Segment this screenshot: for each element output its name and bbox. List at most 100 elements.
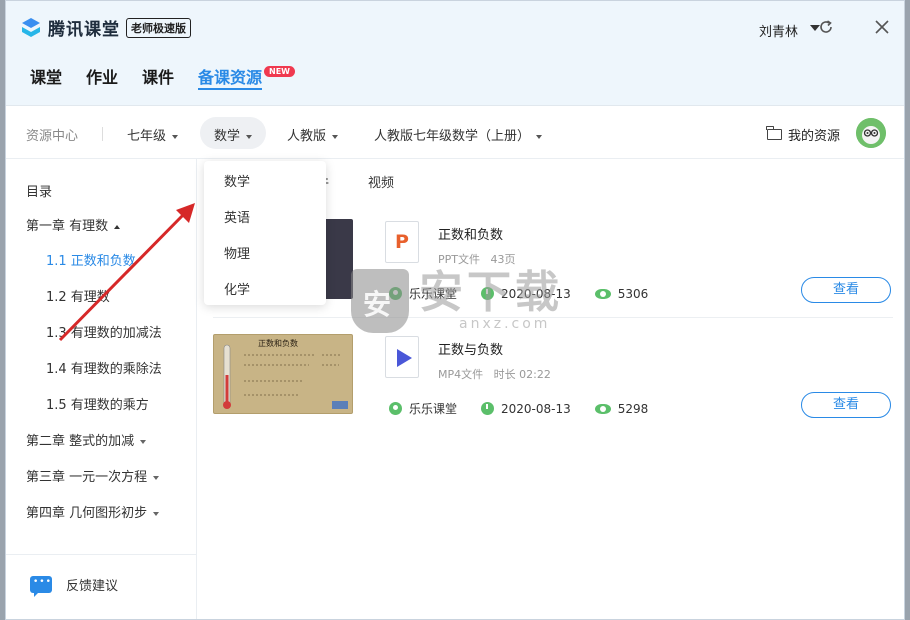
clock-icon xyxy=(481,402,495,415)
sidebar-section-1-2[interactable]: 1.2 有理数 xyxy=(46,286,110,305)
view-button[interactable]: 查看 xyxy=(801,277,891,303)
folder-icon xyxy=(766,126,782,140)
subject-option-chemistry[interactable]: 化学 xyxy=(224,279,250,298)
sidebar-divider xyxy=(6,554,196,555)
board-thumbnail-title: 正数和负数 xyxy=(258,339,298,348)
publisher-stat: 乐乐课堂 xyxy=(389,400,457,417)
my-resources-label: 我的资源 xyxy=(787,129,840,144)
app-name: 腾讯课堂 xyxy=(48,20,120,40)
view-count: 5306 xyxy=(617,286,649,301)
subject-option-english[interactable]: 英语 xyxy=(224,207,250,226)
app-window: 腾讯课堂 老师极速版 刘青林 课堂 作业 课件 备课资源 NEW 资源中心 七年… xyxy=(5,0,905,620)
filter-bar: 资源中心 七年级 数学 人教版 人教版七年级数学（上册） 我的资源 xyxy=(6,107,904,159)
chevron-down-icon xyxy=(140,439,147,444)
resource-detail: 时长 02:22 xyxy=(493,368,551,381)
resource-center-label: 资源中心 xyxy=(26,129,79,144)
resource-type: PPT文件 xyxy=(438,253,480,266)
resource-detail: 43页 xyxy=(490,253,516,266)
chapter-label: 第三章 一元一次方程 xyxy=(26,470,148,485)
chevron-down-icon xyxy=(153,511,160,516)
sidebar-chapter-1[interactable]: 第一章 有理数 xyxy=(26,215,121,234)
date-stat: 2020-08-13 xyxy=(481,402,571,416)
chevron-down-icon xyxy=(536,134,543,139)
resource-stats: 乐乐课堂 2020-08-13 5298 xyxy=(389,400,672,417)
sidebar-chapter-3[interactable]: 第三章 一元一次方程 xyxy=(26,466,160,485)
chat-bubble-icon xyxy=(30,576,52,597)
resource-title[interactable]: 正数和负数 xyxy=(438,224,503,243)
tab-homework[interactable]: 作业 xyxy=(86,64,118,88)
close-button[interactable] xyxy=(872,17,892,37)
subject-select[interactable]: 数学 xyxy=(214,125,253,144)
title-bar: 腾讯课堂 老师极速版 刘青林 xyxy=(6,1,904,56)
subject-dropdown-menu: 数学 英语 物理 化学 xyxy=(204,161,326,305)
view-button[interactable]: 查看 xyxy=(801,392,891,418)
new-badge: NEW xyxy=(264,66,295,77)
feedback-label: 反馈建议 xyxy=(66,579,119,594)
watermark: 安下载 anxz.com xyxy=(351,269,563,333)
sidebar-chapter-2[interactable]: 第二章 整式的加减 xyxy=(26,430,147,449)
resource-meta: MP4文件 时长 02:22 xyxy=(438,366,551,382)
watermark-title: 安下载 xyxy=(419,267,563,318)
sidebar-section-1-1[interactable]: 1.1 正数和负数 xyxy=(46,250,136,269)
eye-icon xyxy=(594,288,611,299)
video-file-icon xyxy=(385,336,419,378)
tab-classroom[interactable]: 课堂 xyxy=(30,64,62,88)
subject-select-label: 数学 xyxy=(214,129,241,144)
chapter-sidebar: 目录 第一章 有理数 1.1 正数和负数 1.2 有理数 1.3 有理数的加减法… xyxy=(6,159,197,619)
chapter-label: 第一章 有理数 xyxy=(26,219,109,234)
my-resources-button[interactable]: 我的资源 xyxy=(766,125,840,144)
refresh-icon xyxy=(820,20,832,33)
chevron-down-icon xyxy=(172,134,179,139)
refresh-button[interactable] xyxy=(816,17,836,37)
edition-badge: 老师极速版 xyxy=(126,17,191,38)
resource-type: MP4文件 xyxy=(438,368,484,381)
chevron-down-icon xyxy=(246,134,253,139)
active-tab-underline xyxy=(198,88,262,90)
publisher-icon xyxy=(389,402,402,415)
avatar[interactable] xyxy=(856,118,886,148)
play-icon xyxy=(397,349,412,367)
subject-option-physics[interactable]: 物理 xyxy=(224,243,250,262)
close-icon xyxy=(875,20,889,34)
textbook-select-label: 人教版七年级数学（上册） xyxy=(374,129,531,144)
resource-title[interactable]: 正数与负数 xyxy=(438,339,503,358)
grade-select-label: 七年级 xyxy=(127,129,167,144)
feedback-button[interactable]: 反馈建议 xyxy=(30,575,119,597)
chapter-label: 第二章 整式的加减 xyxy=(26,434,135,449)
avatar-icon xyxy=(856,118,886,148)
chevron-up-icon xyxy=(114,224,121,229)
subject-option-math[interactable]: 数学 xyxy=(224,171,250,190)
user-name[interactable]: 刘青林 xyxy=(759,21,798,40)
chapter-label: 第四章 几何图形初步 xyxy=(26,506,148,521)
sidebar-section-1-5[interactable]: 1.5 有理数的乘方 xyxy=(46,394,149,413)
views-stat: 5298 xyxy=(594,401,649,416)
resource-thumbnail[interactable]: 正数和负数 xyxy=(213,334,353,414)
publisher-name: 乐乐课堂 xyxy=(409,402,458,416)
sidebar-section-1-4[interactable]: 1.4 有理数的乘除法 xyxy=(46,358,162,377)
ppt-file-icon: P xyxy=(385,221,419,263)
publish-date: 2020-08-13 xyxy=(501,401,571,416)
main-nav: 课堂 作业 课件 备课资源 NEW xyxy=(6,56,904,106)
app-logo: 腾讯课堂 老师极速版 xyxy=(20,15,191,40)
watermark-text: 安下载 anxz.com xyxy=(419,267,563,333)
tab-lesson-resources[interactable]: 备课资源 xyxy=(198,64,262,88)
views-stat: 5306 xyxy=(594,286,649,301)
grade-select[interactable]: 七年级 xyxy=(127,125,179,144)
sidebar-section-1-3[interactable]: 1.3 有理数的加减法 xyxy=(46,322,162,341)
resource-meta: PPT文件 43页 xyxy=(438,251,516,267)
watermark-url: anxz.com xyxy=(459,316,551,332)
textbook-select[interactable]: 人教版七年级数学（上册） xyxy=(374,125,543,144)
tab-videos[interactable]: 视频 xyxy=(368,172,394,191)
edition-select-label: 人教版 xyxy=(287,129,327,144)
view-count: 5298 xyxy=(617,401,649,416)
sidebar-chapter-4[interactable]: 第四章 几何图形初步 xyxy=(26,502,160,521)
tab-courseware[interactable]: 课件 xyxy=(142,64,174,88)
resource-row[interactable]: 正数和负数 正数与负数 MP4文件 时长 02:22 乐乐课堂 2020-08-… xyxy=(213,334,893,434)
edition-select[interactable]: 人教版 xyxy=(287,125,339,144)
filter-divider xyxy=(102,127,103,141)
eye-icon xyxy=(594,403,611,414)
chevron-down-icon xyxy=(153,475,160,480)
tencent-classroom-logo-icon xyxy=(22,17,40,37)
watermark-shield-icon xyxy=(351,269,409,333)
catalog-title: 目录 xyxy=(26,185,53,200)
